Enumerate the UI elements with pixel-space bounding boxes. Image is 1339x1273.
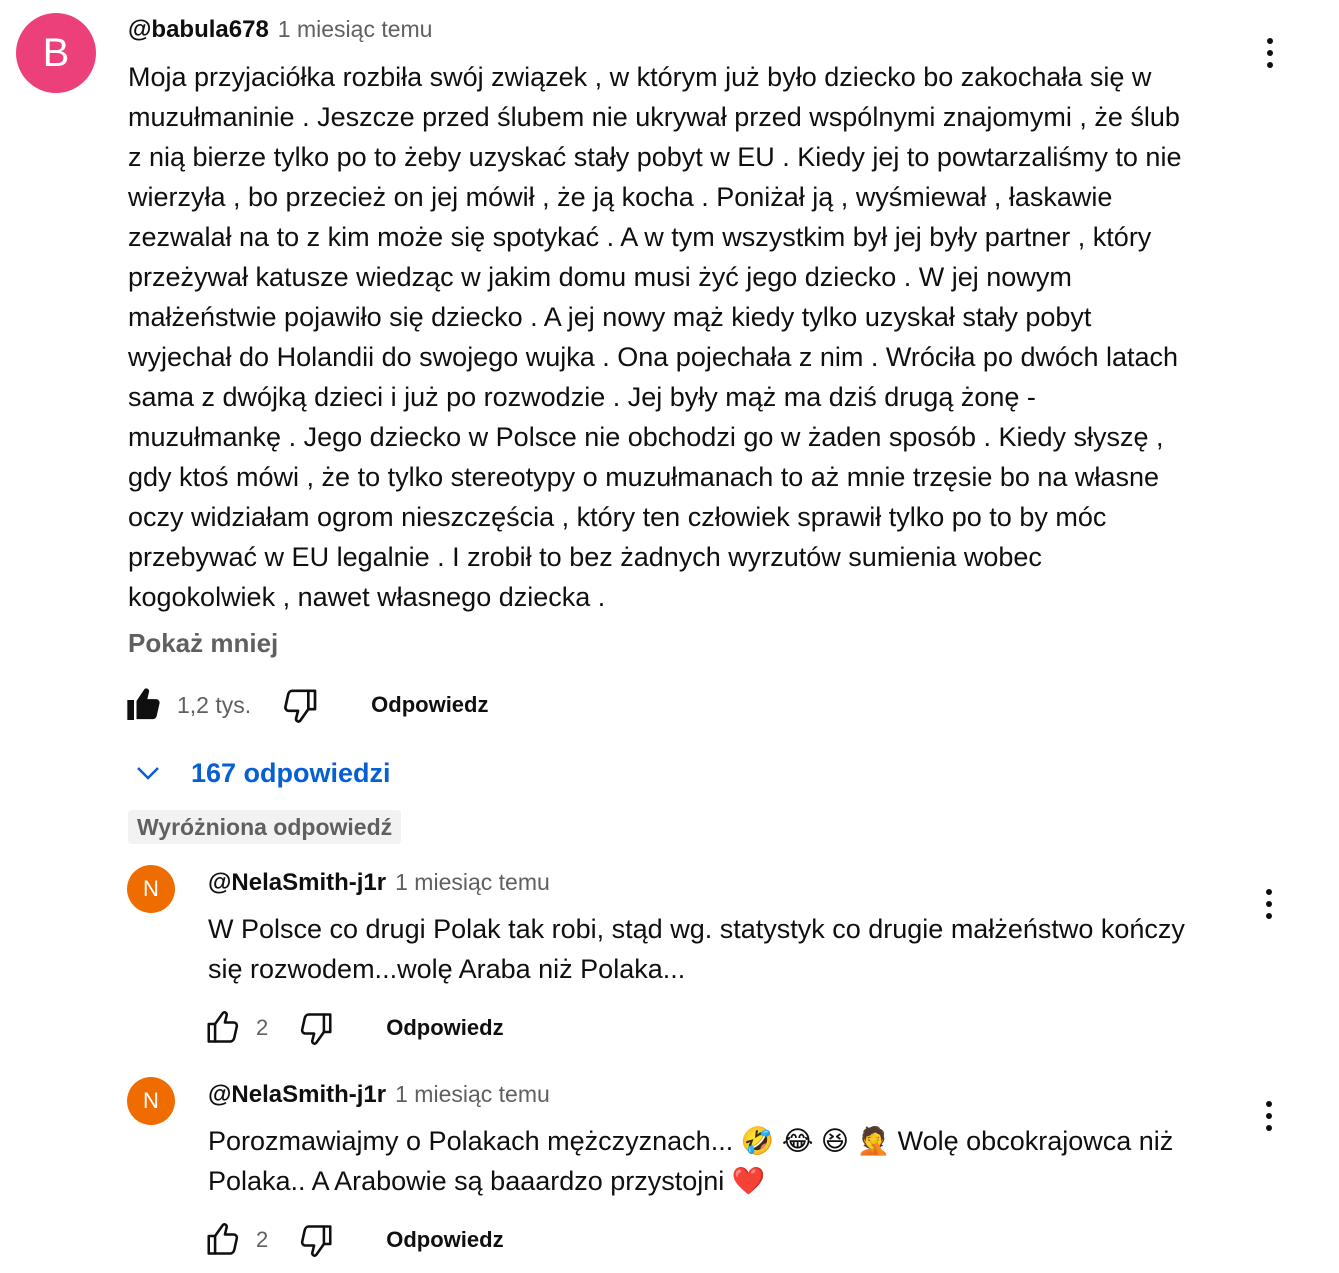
chevron-down-icon xyxy=(133,758,163,788)
reply-button[interactable]: Odpowiedz xyxy=(371,692,488,718)
comment-line: gdy ktoś mówi , że to tylko stereotypy o… xyxy=(128,462,1159,492)
reply-actions: 2 Odpowiedz xyxy=(204,1218,504,1262)
thumbs-up-outline-icon[interactable] xyxy=(204,1009,242,1047)
comment-text: Moja przyjaciółka rozbiła swój związek ,… xyxy=(128,57,1228,617)
reply-header: @NelaSmith-j1r 1 miesiąc temu xyxy=(208,1081,550,1109)
comment-actions: 1,2 tys. Odpowiedz xyxy=(124,683,488,727)
comment-line: wierzyła , bo przecież on jej mówił , że… xyxy=(128,182,1113,212)
comment-line: przeżywał katusze wiedząc w jakim domu m… xyxy=(128,262,1072,292)
comment-line: sama z dwójką dzieci i już po rozwodzie … xyxy=(128,382,1036,412)
like-count: 2 xyxy=(256,1227,269,1252)
comment-line: oczy widziałam ogrom nieszczęścia , któr… xyxy=(128,502,1107,532)
reply-actions: 2 Odpowiedz xyxy=(204,1006,504,1050)
avatar[interactable]: B xyxy=(16,13,96,93)
reply-text: Porozmawiajmy o Polakach mężczyznach... … xyxy=(208,1121,1238,1201)
comment-line: muzułmaninie . Jeszcze przed ślubem nie … xyxy=(128,102,1180,132)
reply-text: W Polsce co drugi Polak tak robi, stąd w… xyxy=(208,909,1238,989)
comment-line: Moja przyjaciółka rozbiła swój związek ,… xyxy=(128,62,1152,92)
comment-timestamp[interactable]: 1 miesiąc temu xyxy=(395,869,550,896)
comment-line: przebywać w EU legalnie . I zrobił to be… xyxy=(128,542,1042,572)
comment-timestamp[interactable]: 1 miesiąc temu xyxy=(278,16,433,43)
show-less-button[interactable]: Pokaż mniej xyxy=(128,628,278,659)
comment-line: małżeństwie pojawiło się dziecko . A jej… xyxy=(128,302,1092,332)
comment-line: W Polsce co drugi Polak tak robi, stąd w… xyxy=(208,914,1185,944)
comment-line: muzułmankę . Jego dziecko w Polsce nie o… xyxy=(128,422,1164,452)
author-name[interactable]: @babula678 xyxy=(128,16,269,44)
comment-line: Porozmawiajmy o Polakach mężczyznach... … xyxy=(208,1126,1174,1156)
comment-line: się rozwodem...wolę Araba niż Polaka... xyxy=(208,954,686,984)
reply-button[interactable]: Odpowiedz xyxy=(386,1015,503,1041)
comment-line: wyjechał do Holandii do swojego wujka . … xyxy=(128,342,1179,372)
reply-button[interactable]: Odpowiedz xyxy=(386,1227,503,1253)
like-count: 1,2 tys. xyxy=(177,691,252,718)
avatar-letter: B xyxy=(42,30,70,75)
avatar[interactable]: N xyxy=(127,1077,175,1125)
more-actions-icon[interactable] xyxy=(1263,1101,1275,1131)
thumbs-down-outline-icon[interactable] xyxy=(280,685,320,725)
reply-header: @NelaSmith-j1r 1 miesiąc temu xyxy=(208,869,550,897)
author-name[interactable]: @NelaSmith-j1r xyxy=(208,869,386,897)
comment-header: @babula678 1 miesiąc temu xyxy=(128,16,432,44)
thumbs-up-outline-icon[interactable] xyxy=(204,1221,242,1259)
thumbs-down-outline-icon[interactable] xyxy=(297,1009,335,1047)
more-actions-icon[interactable] xyxy=(1264,38,1276,68)
thumbs-up-filled-icon[interactable] xyxy=(124,685,164,725)
author-name[interactable]: @NelaSmith-j1r xyxy=(208,1081,386,1109)
comment-line: z nią bierze tylko po to żeby uzyskać st… xyxy=(128,142,1182,172)
avatar-letter: N xyxy=(143,1088,159,1113)
avatar[interactable]: N xyxy=(127,865,175,913)
comment-timestamp[interactable]: 1 miesiąc temu xyxy=(395,1081,550,1108)
replies-toggle-button[interactable]: 167 odpowiedzi xyxy=(133,753,391,793)
replies-count-label: 167 odpowiedzi xyxy=(191,757,391,788)
highlighted-reply-badge: Wyróżniona odpowiedź xyxy=(128,810,402,844)
thumbs-down-outline-icon[interactable] xyxy=(297,1221,335,1259)
comment-line: kogokolwiek , nawet własnego dziecka . xyxy=(128,582,606,612)
like-count: 2 xyxy=(256,1015,269,1040)
comment-line: zezwalał na to z kim może się spotykać .… xyxy=(128,222,1152,252)
avatar-letter: N xyxy=(143,876,159,901)
more-actions-icon[interactable] xyxy=(1263,889,1275,919)
comment-line: Polaka.. A Arabowie są baaardzo przystoj… xyxy=(208,1166,766,1196)
